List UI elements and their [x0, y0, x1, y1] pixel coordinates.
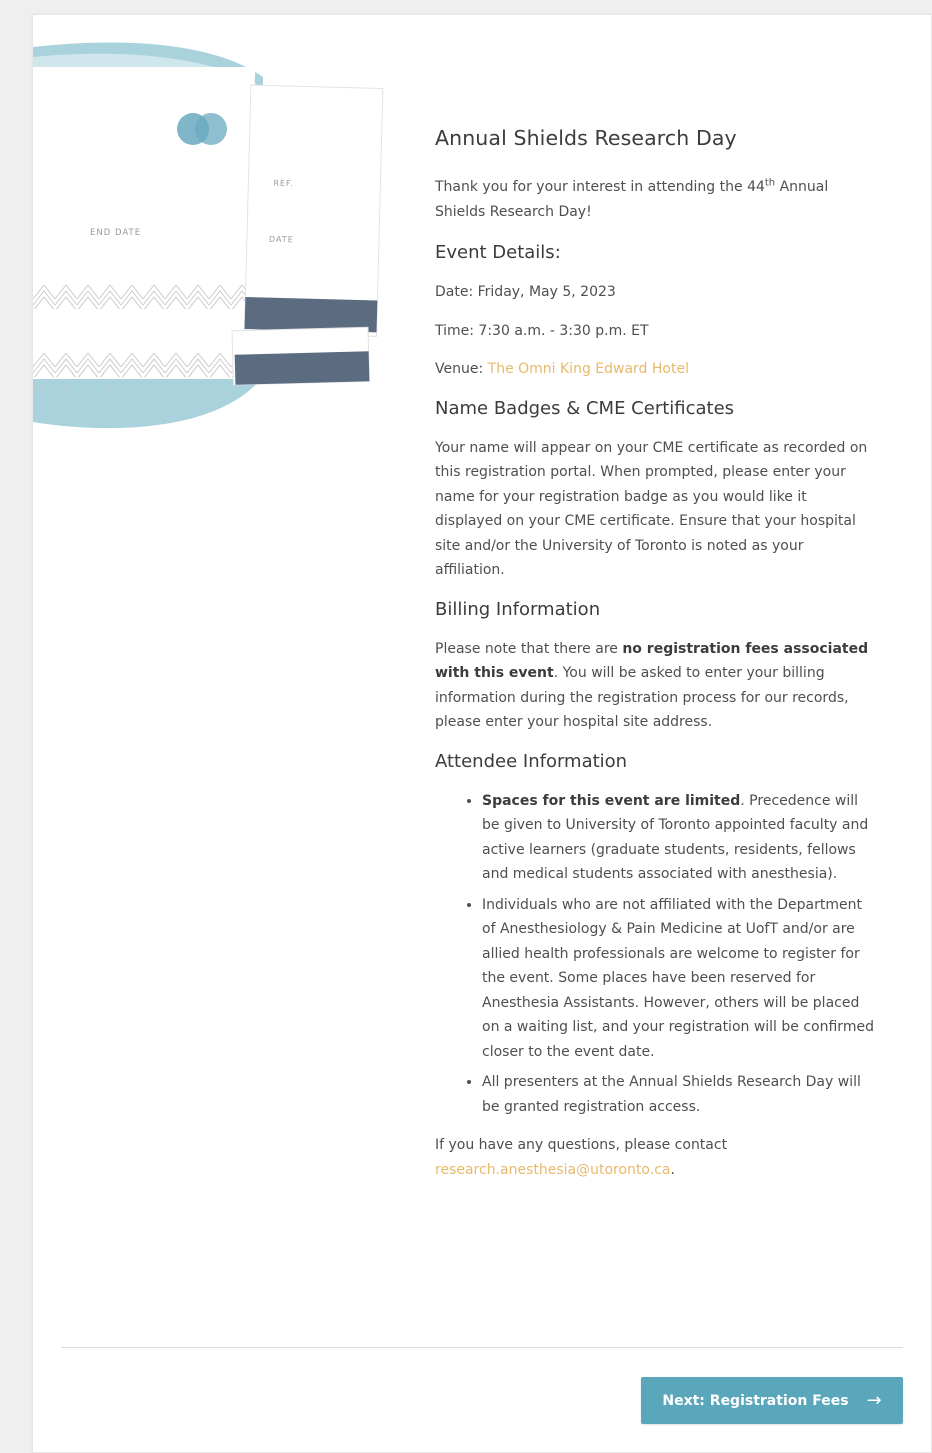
event-venue: Venue: The Omni King Edward Hotel: [435, 361, 689, 377]
attendee-list: Spaces for this event are limited. Prece…: [435, 789, 877, 1120]
date-label: DATE: [269, 235, 294, 245]
billing-text: Please note that there are no registrati…: [435, 640, 869, 731]
venue-link[interactable]: The Omni King Edward Hotel: [488, 361, 689, 377]
event-time: Time: 7:30 a.m. - 3:30 p.m. ET: [435, 322, 649, 339]
arrow-right-icon: →: [866, 1390, 882, 1411]
intro-text: Thank you for your interest in attending…: [435, 177, 829, 220]
next-button-label: Next: Registration Fees: [662, 1392, 849, 1409]
ticket-stub-bar-lower: [234, 351, 370, 385]
event-date: Date: Friday, May 5, 2023: [435, 284, 616, 300]
page-title: Annual Shields Research Day: [435, 126, 737, 150]
next-registration-fees-button[interactable]: Next: Registration Fees →: [641, 1377, 903, 1424]
event-details-heading: Event Details:: [435, 242, 561, 263]
ref-label: REF.: [273, 179, 294, 189]
ticket-illustration: END DATE REF. DATE: [33, 42, 384, 429]
logo-circle-right: [195, 113, 227, 145]
footer-divider: [61, 1347, 903, 1348]
end-date-label: END DATE: [90, 228, 141, 238]
attendee-heading: Attendee Information: [435, 750, 628, 772]
contact-text: If you have any questions, please contac…: [435, 1137, 728, 1178]
badges-heading: Name Badges & CME Certificates: [435, 397, 735, 419]
list-item: Individuals who are not affiliated with …: [482, 893, 877, 1065]
list-item: Spaces for this event are limited. Prece…: [482, 789, 877, 887]
contact-email-link[interactable]: research.anesthesia@utoronto.ca: [435, 1162, 670, 1178]
list-item: All presenters at the Annual Shields Res…: [482, 1070, 877, 1119]
event-info: Annual Shields Research Day Thank you fo…: [435, 123, 877, 1196]
billing-heading: Billing Information: [435, 598, 601, 620]
badges-text: Your name will appear on your CME certif…: [435, 439, 868, 579]
registration-card: END DATE REF. DATE Annual Shields Resear…: [32, 14, 932, 1453]
